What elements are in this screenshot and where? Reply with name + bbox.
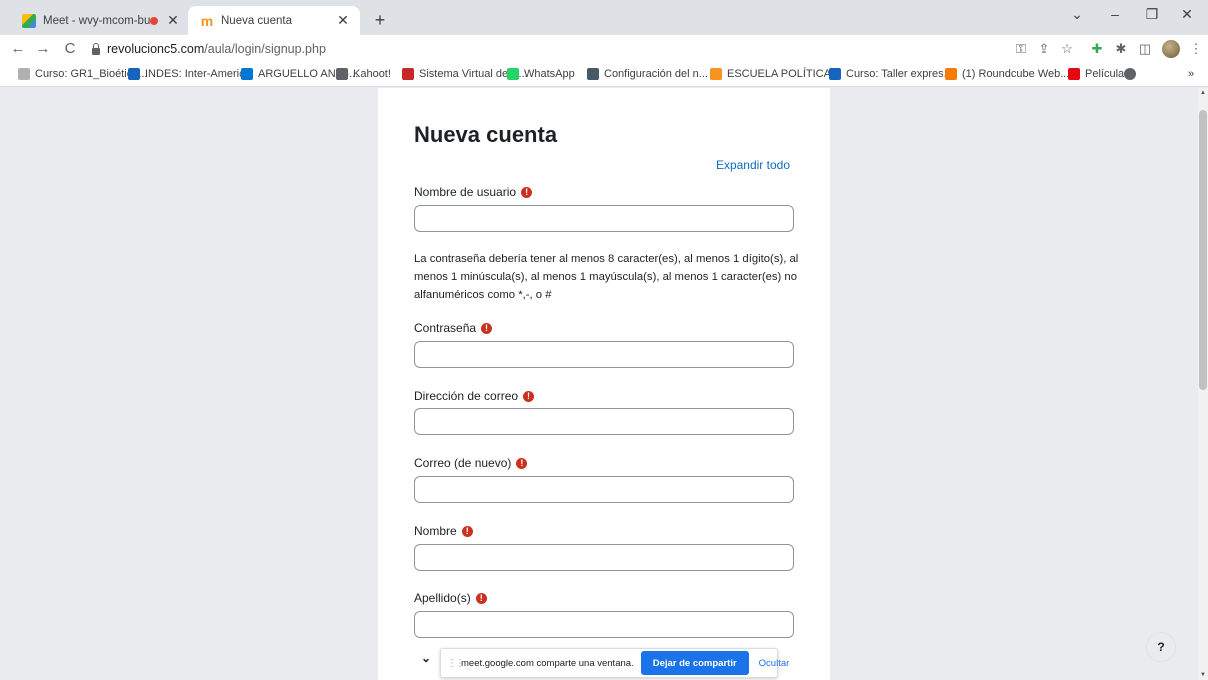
bookmark-label: WhatsApp xyxy=(524,68,575,80)
extension-plus-icon[interactable]: ✚ xyxy=(1088,41,1106,57)
bookmark-icon xyxy=(945,68,957,80)
bookmark-item[interactable]: (1) Roundcube Web... xyxy=(945,68,1069,80)
tab-strip: Meet - wvy-mcom-but ✕ m Nueva cuenta ✕ +… xyxy=(0,0,1208,35)
username-label: Nombre de usuario! xyxy=(414,185,533,199)
required-icon: ! xyxy=(475,592,487,604)
required-icon: ! xyxy=(523,390,535,402)
required-icon: ! xyxy=(516,457,528,469)
bookmark-item[interactable] xyxy=(1124,68,1141,80)
bookmark-icon xyxy=(587,68,599,80)
bookmarks-overflow-button[interactable]: » xyxy=(1188,68,1194,80)
key-icon[interactable]: ⚿ xyxy=(1012,41,1030,57)
bookmark-label: Curso: Taller expres... xyxy=(846,68,953,80)
drag-handle-icon[interactable]: ⋮⋮ xyxy=(447,658,465,669)
password-label: Contraseña! xyxy=(414,321,493,335)
bookmarks-bar: Curso: GR1_Bioética... INDES: Inter-Amer… xyxy=(0,63,1208,87)
globe-icon xyxy=(1124,68,1136,80)
signup-form: Nueva cuenta Expandir todo Nombre de usu… xyxy=(378,88,830,680)
url-host: revolucionc5.com xyxy=(107,42,205,56)
page-title: Nueva cuenta xyxy=(414,122,558,147)
close-tab-icon[interactable]: ✕ xyxy=(334,12,352,29)
scroll-down-arrow-icon[interactable]: ▼ xyxy=(1198,670,1208,680)
bookmark-icon xyxy=(241,68,253,80)
email-confirm-label: Correo (de nuevo)! xyxy=(414,456,528,470)
moodle-icon: m xyxy=(200,12,214,29)
scroll-up-arrow-icon[interactable]: ▲ xyxy=(1198,88,1208,98)
recording-icon xyxy=(150,16,158,25)
tab-meet[interactable]: Meet - wvy-mcom-but ✕ xyxy=(0,6,190,35)
bookmark-item[interactable]: ESCUELA POLÍTICA... xyxy=(710,68,840,80)
tab-title: Nueva cuenta xyxy=(221,14,292,27)
required-icon: ! xyxy=(481,322,493,334)
bookmark-icon xyxy=(710,68,722,80)
bookmark-label: Configuración del n... xyxy=(604,68,708,80)
lastname-label: Apellido(s)! xyxy=(414,591,487,605)
bookmark-icon xyxy=(336,68,348,80)
bookmark-label: Películas xyxy=(1085,68,1130,80)
bookmark-item[interactable]: Configuración del n... xyxy=(587,68,708,80)
bookmark-item[interactable]: Kahoot! xyxy=(336,68,391,80)
hide-button[interactable]: Ocultar xyxy=(759,658,790,669)
bookmark-label: Kahoot! xyxy=(353,68,391,80)
reload-button[interactable]: C xyxy=(60,39,80,59)
required-icon: ! xyxy=(461,525,473,537)
lock-icon xyxy=(92,42,100,55)
restore-button[interactable]: ❐ xyxy=(1137,6,1167,23)
bookmark-icon xyxy=(128,68,140,80)
password-policy-text: La contraseña debería tener al menos 8 c… xyxy=(414,253,799,301)
help-button[interactable]: ? xyxy=(1146,632,1176,662)
bookmark-icon xyxy=(1068,68,1080,80)
username-input[interactable] xyxy=(414,205,794,232)
bookmark-icon xyxy=(18,68,30,80)
new-tab-button[interactable]: + xyxy=(370,10,390,31)
bookmark-item[interactable]: Curso: Taller expres... xyxy=(829,68,953,80)
bookmark-icon xyxy=(507,68,519,80)
star-icon[interactable]: ☆ xyxy=(1058,41,1076,57)
bookmark-icon xyxy=(829,68,841,80)
tab-nueva-cuenta[interactable]: m Nueva cuenta ✕ xyxy=(188,6,360,35)
email-confirm-input[interactable] xyxy=(414,476,794,503)
page-content: Nueva cuenta Expandir todo Nombre de usu… xyxy=(0,88,1198,680)
share-icon[interactable]: ⇪ xyxy=(1035,41,1053,57)
back-button[interactable]: ← xyxy=(8,39,28,59)
forward-button[interactable]: → xyxy=(33,39,53,59)
bookmark-label: ESCUELA POLÍTICA... xyxy=(727,68,841,80)
profile-avatar[interactable] xyxy=(1162,40,1180,58)
email-label: Dirección de correo! xyxy=(414,389,535,403)
stop-sharing-button[interactable]: Dejar de compartir xyxy=(640,651,749,675)
menu-icon[interactable]: ⋮ xyxy=(1187,41,1205,57)
firstname-label: Nombre! xyxy=(414,524,473,538)
bookmark-item[interactable]: INDES: Inter-Americ... xyxy=(128,68,254,80)
page-scrollbar[interactable]: ▲ ▼ xyxy=(1198,88,1208,680)
close-window-button[interactable]: ✕ xyxy=(1172,6,1202,23)
bookmark-item[interactable]: WhatsApp xyxy=(507,68,575,80)
close-tab-icon[interactable]: ✕ xyxy=(164,12,182,29)
puzzle-icon[interactable]: ✱ xyxy=(1112,41,1130,57)
bookmark-label: (1) Roundcube Web... xyxy=(962,68,1070,80)
required-icon: ! xyxy=(521,186,533,198)
firstname-input[interactable] xyxy=(414,544,794,571)
google-meet-icon xyxy=(22,13,36,28)
email-input[interactable] xyxy=(414,408,794,435)
url-path: /aula/login/signup.php xyxy=(204,42,326,56)
bookmark-label: INDES: Inter-Americ... xyxy=(145,68,254,80)
minimize-button[interactable]: – xyxy=(1100,6,1130,22)
side-panel-icon[interactable]: ◫ xyxy=(1136,41,1154,57)
address-bar[interactable]: revolucionc5.com/aula/login/signup.php xyxy=(92,38,1052,60)
scrollbar-thumb[interactable] xyxy=(1199,110,1207,390)
screen-share-bar: ⋮⋮ meet.google.com comparte una ventana.… xyxy=(440,648,789,678)
tab-search-button[interactable]: ⌄ xyxy=(1062,6,1092,23)
bookmark-item[interactable]: Películas xyxy=(1068,68,1130,80)
bookmark-icon xyxy=(402,68,414,80)
share-status-text: meet.google.com comparte una ventana. xyxy=(461,657,634,669)
lastname-input[interactable] xyxy=(414,611,794,638)
expand-all-link[interactable]: Expandir todo xyxy=(716,158,790,172)
tab-title: Meet - wvy-mcom-but xyxy=(43,14,150,27)
browser-toolbar: ← → C revolucionc5.com/aula/login/signup… xyxy=(0,35,1208,63)
chevron-down-icon[interactable]: ⌄ xyxy=(418,651,434,665)
password-input[interactable] xyxy=(414,341,794,368)
